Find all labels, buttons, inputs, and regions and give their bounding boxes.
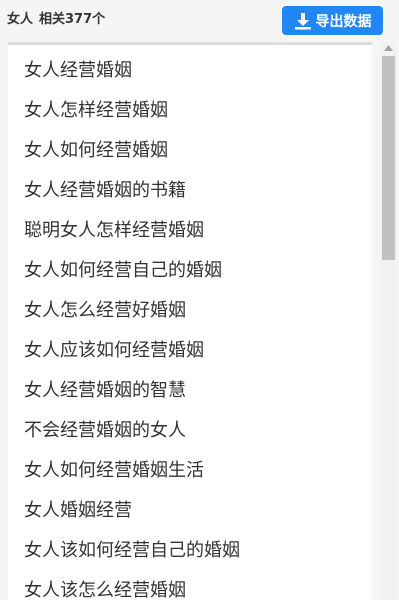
- result-item[interactable]: 女人如何经营自己的婚姻: [8, 251, 372, 291]
- result-item[interactable]: 女人经营婚姻的书籍: [8, 171, 372, 211]
- download-icon: [294, 12, 312, 30]
- result-item[interactable]: 女人如何经营婚姻生活: [8, 451, 372, 491]
- result-item[interactable]: 女人经营婚姻的智慧: [8, 371, 372, 411]
- result-item[interactable]: 女人婚姻经营: [8, 491, 372, 531]
- result-item[interactable]: 女人怎么经营好婚姻: [8, 291, 372, 331]
- vertical-scrollbar[interactable]: [380, 42, 397, 600]
- result-item[interactable]: 女人如何经营婚姻: [8, 131, 372, 171]
- result-item[interactable]: 不会经营婚姻的女人: [8, 411, 372, 451]
- result-count: 相关377个: [39, 12, 106, 27]
- export-data-label: 导出数据: [315, 13, 372, 30]
- result-summary: 女人 相关377个: [7, 8, 105, 27]
- header-bar: 女人 相关377个 导出数据: [0, 0, 399, 40]
- result-item[interactable]: 女人怎样经营婚姻: [8, 91, 372, 131]
- result-item[interactable]: 女人应该如何经营婚姻: [8, 331, 372, 371]
- result-item[interactable]: 女人该怎么经营婚姻: [8, 571, 372, 600]
- result-item[interactable]: 女人该如何经营自己的婚姻: [8, 531, 372, 571]
- result-item[interactable]: 女人经营婚姻: [8, 51, 372, 91]
- export-data-button[interactable]: 导出数据: [282, 6, 383, 35]
- results-panel: 女人经营婚姻 女人怎样经营婚姻 女人如何经营婚姻 女人经营婚姻的书籍 聪明女人怎样经营婚…: [8, 42, 398, 600]
- search-keyword: 女人: [7, 12, 34, 27]
- result-item[interactable]: 聪明女人怎样经营婚姻: [8, 211, 372, 251]
- scroll-up-arrow-icon[interactable]: [380, 42, 397, 54]
- app-window: 女人 相关377个 导出数据 女人经营婚姻 女人怎样经营婚姻 女人如何经营婚姻 女人经营…: [0, 0, 399, 600]
- scrollbar-thumb[interactable]: [382, 56, 395, 260]
- results-list: 女人经营婚姻 女人怎样经营婚姻 女人如何经营婚姻 女人经营婚姻的书籍 聪明女人怎样经营婚…: [8, 45, 372, 600]
